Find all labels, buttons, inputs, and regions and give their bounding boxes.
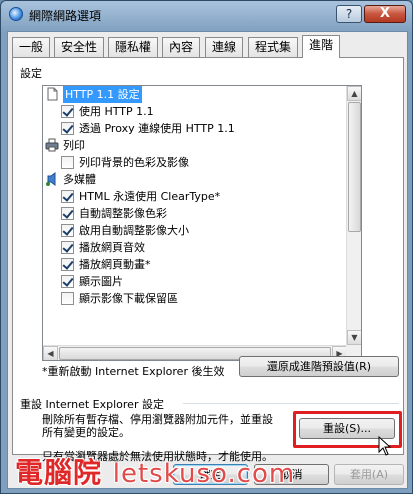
checkbox[interactable] (61, 275, 74, 288)
tab-programs[interactable]: 程式集 (248, 37, 299, 57)
list-item[interactable]: 顯示影像下載保留區 (43, 290, 343, 307)
list-item-label: 使用 HTTP 1.1 (79, 105, 154, 118)
tab-connections[interactable]: 連線 (205, 37, 244, 57)
checkbox[interactable] (61, 105, 74, 118)
internet-options-window: 網際網路選項 ? X 一般 安全性 隱私權 內容 連線 程式集 進階 設定 HT… (0, 0, 413, 494)
category-label: HTTP 1.1 設定 (62, 86, 143, 104)
tab-privacy[interactable]: 隱私權 (108, 37, 159, 57)
help-button[interactable]: ? (336, 5, 362, 23)
scrollbar-thumb[interactable] (348, 102, 361, 232)
apply-button[interactable]: 套用(A) (334, 464, 404, 485)
scroll-left-icon[interactable]: ◀ (43, 346, 58, 360)
list-item-label: 播放網頁動畫* (79, 258, 151, 271)
settings-tree[interactable]: HTTP 1.1 設定 使用 HTTP 1.1 透過 Proxy 連線使用 HT… (42, 85, 362, 361)
checkbox[interactable] (61, 190, 74, 203)
checkbox[interactable] (61, 292, 74, 305)
close-button[interactable]: X (364, 5, 406, 23)
restart-note: *重新啟動 Internet Explorer 後生效 (42, 365, 225, 378)
list-item-label: 透過 Proxy 連線使用 HTTP 1.1 (79, 122, 235, 135)
list-item-label: 播放網頁音效 (79, 241, 145, 254)
scroll-down-icon[interactable]: ▼ (347, 330, 361, 345)
settings-list: HTTP 1.1 設定 使用 HTTP 1.1 透過 Proxy 連線使用 HT… (43, 86, 348, 345)
tab-security[interactable]: 安全性 (54, 37, 105, 57)
list-item[interactable]: HTML 永遠使用 ClearType* (43, 188, 343, 205)
list-item[interactable]: 顯示圖片 (43, 273, 343, 290)
tab-advanced[interactable]: 進階 (302, 35, 341, 58)
list-item-label: 啟用自動調整影像大小 (79, 224, 189, 237)
list-item[interactable]: 使用 HTTP 1.1 (43, 103, 343, 120)
list-item-label: HTML 永遠使用 ClearType* (79, 190, 221, 203)
list-item[interactable]: 播放網頁音效 (43, 239, 343, 256)
checkbox[interactable] (61, 224, 74, 237)
group-divider (183, 403, 399, 404)
site-watermark: 電腦院 letskuso.com (15, 451, 295, 491)
watermark-latin: letskuso.com (112, 459, 296, 489)
checkbox[interactable] (61, 258, 74, 271)
list-item[interactable]: 透過 Proxy 連線使用 HTTP 1.1 (43, 120, 343, 137)
checkbox[interactable] (61, 241, 74, 254)
page-icon (47, 87, 58, 101)
list-item[interactable]: 列印背景的色彩及影像 (43, 154, 343, 171)
scroll-up-icon[interactable]: ▲ (347, 86, 361, 101)
category-label: 列印 (63, 139, 85, 152)
reset-description: 刪除所有暫存檔、停用瀏覽器附加元件，並重設所有變更的設定。 (42, 413, 273, 439)
list-item-label: 顯示圖片 (79, 275, 123, 288)
checkbox[interactable] (61, 207, 74, 220)
checkbox[interactable] (61, 156, 74, 169)
restore-advanced-defaults-button[interactable]: 還原成進階預設值(R) (239, 356, 399, 377)
internet-options-icon (9, 7, 23, 21)
multimedia-icon (46, 172, 56, 186)
settings-label: 設定 (20, 67, 42, 80)
dialog-content: 一般 安全性 隱私權 內容 連線 程式集 進階 設定 HTTP 1.1 設定 使… (7, 31, 408, 489)
list-item[interactable]: 播放網頁動畫* (43, 256, 343, 273)
list-item[interactable]: 自動調整影像色彩 (43, 205, 343, 222)
watermark-cjk: 電腦院 (15, 456, 103, 489)
window-title: 網際網路選項 (29, 9, 102, 23)
vertical-scrollbar[interactable]: ▲ ▼ (346, 86, 361, 345)
list-item[interactable]: 啟用自動調整影像大小 (43, 222, 343, 239)
tab-general[interactable]: 一般 (12, 37, 51, 57)
checkbox[interactable] (61, 122, 74, 135)
category-label: 多媒體 (63, 173, 96, 186)
reset-group-title: 重設 Internet Explorer 設定 (20, 398, 164, 411)
mouse-cursor-icon (378, 436, 392, 456)
list-item-label: 自動調整影像色彩 (79, 207, 167, 220)
list-item-label: 顯示影像下載保留區 (79, 292, 178, 305)
tab-content[interactable]: 內容 (162, 37, 201, 57)
list-item-label: 列印背景的色彩及影像 (79, 156, 189, 169)
title-bar[interactable]: 網際網路選項 ? X (1, 1, 412, 27)
advanced-panel: 設定 HTTP 1.1 設定 使用 HTTP 1.1 透過 Proxy 連線使用… (12, 57, 404, 463)
printer-icon (45, 138, 59, 152)
